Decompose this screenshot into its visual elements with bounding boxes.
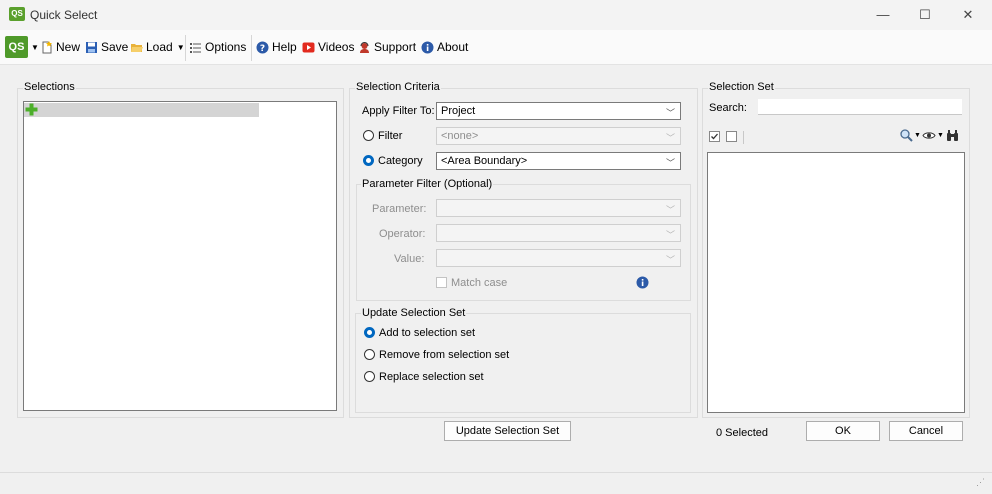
close-button[interactable]: ✕ [953, 6, 983, 24]
selection-criteria-title: Selection Criteria [355, 81, 441, 93]
match-case-label: Match case [451, 277, 508, 289]
title-bar [0, 0, 992, 30]
maximize-button[interactable]: ☐ [910, 6, 940, 24]
category-value: <Area Boundary> [441, 155, 528, 167]
about-label: About [437, 40, 469, 54]
remove-from-set-radio[interactable] [364, 349, 375, 360]
uncheck-all-button[interactable] [726, 131, 737, 142]
eye-icon [922, 132, 936, 139]
minimize-icon: — [876, 7, 890, 22]
chevron-down-icon: ﹀ [665, 158, 675, 168]
parameter-select[interactable]: ﹀ [436, 199, 681, 217]
binoculars-icon[interactable] [946, 129, 959, 142]
category-radio[interactable] [363, 155, 374, 166]
video-icon [302, 42, 315, 52]
search-label: Search: [709, 102, 747, 114]
operator-select[interactable]: ﹀ [436, 224, 681, 242]
about-button[interactable]: About [421, 39, 468, 55]
new-file-icon [42, 40, 52, 53]
new-label: New [56, 40, 81, 54]
cancel-button[interactable]: Cancel [889, 421, 963, 441]
selections-title: Selections [23, 81, 76, 93]
category-label: Category [378, 155, 423, 167]
selections-tree[interactable] [23, 101, 337, 411]
chevron-down-icon: ﹀ [665, 205, 675, 215]
chevron-down-icon: ▼ [937, 132, 944, 139]
resize-grip-icon[interactable]: ⋰ [976, 477, 985, 488]
replace-set-label: Replace selection set [379, 371, 484, 383]
magnifier-icon [900, 129, 913, 142]
videos-button[interactable]: Videos [302, 39, 354, 55]
filter-select[interactable]: <none> ﹀ [436, 127, 681, 145]
operator-label: Operator: [379, 228, 426, 240]
support-button[interactable]: Support [358, 39, 416, 55]
load-label: Load [146, 40, 173, 54]
zoom-dropdown-button[interactable]: ▼ [900, 129, 921, 142]
chevron-down-icon: ▼ [914, 132, 921, 139]
replace-set-radio[interactable] [364, 371, 375, 382]
search-input[interactable] [758, 99, 962, 115]
options-button[interactable]: Options [189, 39, 246, 55]
apply-filter-select[interactable]: Project ﹀ [436, 102, 681, 120]
minimize-button[interactable]: — [868, 6, 898, 24]
filter-radio[interactable] [363, 130, 374, 141]
support-headset-icon [360, 41, 369, 53]
ok-button[interactable]: OK [806, 421, 880, 441]
save-icon [86, 41, 97, 53]
add-to-set-label: Add to selection set [379, 327, 476, 339]
close-icon: ✕ [962, 7, 974, 22]
save-button[interactable]: Save [85, 39, 128, 55]
logo-dropdown-icon[interactable]: ▼ [31, 43, 39, 52]
category-select[interactable]: <Area Boundary> ﹀ [436, 152, 681, 170]
logo-button[interactable]: QS [5, 36, 28, 58]
info-icon [421, 41, 434, 53]
load-button[interactable]: Load ▼ [130, 39, 185, 55]
apply-filter-label: Apply Filter To: [362, 105, 435, 117]
help-icon: ? [256, 41, 269, 54]
selected-count: 0 Selected [716, 427, 768, 439]
checkmark-icon [711, 133, 718, 140]
maximize-icon: ☐ [919, 7, 931, 22]
apply-filter-value: Project [441, 105, 476, 117]
filter-value: <none> [441, 130, 479, 142]
app-icon: QS [9, 7, 25, 21]
info-icon[interactable] [636, 276, 649, 289]
svg-text:?: ? [260, 44, 265, 54]
chevron-down-icon: ﹀ [665, 108, 675, 118]
selection-set-title: Selection Set [708, 81, 775, 93]
update-selection-set-title: Update Selection Set [361, 307, 467, 319]
value-select[interactable]: ﹀ [436, 249, 681, 267]
window-title: Quick Select [30, 8, 98, 22]
toolbar-separator [743, 131, 744, 144]
update-selection-set-button[interactable]: Update Selection Set [444, 421, 571, 441]
match-case-checkbox[interactable] [436, 277, 447, 288]
visibility-dropdown-button[interactable]: ▼ [922, 129, 944, 142]
tree-root-row[interactable] [24, 103, 259, 117]
status-bar [0, 472, 992, 494]
toolbar-separator [185, 35, 186, 61]
filter-label: Filter [378, 130, 403, 142]
load-dropdown-icon: ▼ [176, 42, 185, 52]
toolbar-separator [251, 35, 252, 61]
save-label: Save [101, 40, 129, 54]
videos-label: Videos [318, 40, 355, 54]
chevron-down-icon: ﹀ [665, 230, 675, 240]
chevron-down-icon: ﹀ [665, 133, 675, 143]
support-label: Support [374, 40, 417, 54]
add-plus-icon[interactable] [25, 103, 38, 116]
new-button[interactable]: New [40, 39, 80, 55]
help-label: Help [272, 40, 297, 54]
check-all-button[interactable] [709, 131, 720, 142]
parameter-filter-title: Parameter Filter (Optional) [361, 178, 494, 190]
help-button[interactable]: ? Help [256, 39, 297, 55]
selection-set-list[interactable] [707, 152, 965, 413]
folder-open-icon [131, 43, 143, 52]
options-label: Options [205, 40, 247, 54]
list-options-icon [190, 42, 201, 53]
remove-from-set-label: Remove from selection set [379, 349, 510, 361]
value-label: Value: [394, 253, 425, 265]
parameter-label: Parameter: [372, 203, 427, 215]
chevron-down-icon: ﹀ [665, 255, 675, 265]
add-to-set-radio[interactable] [364, 327, 375, 338]
